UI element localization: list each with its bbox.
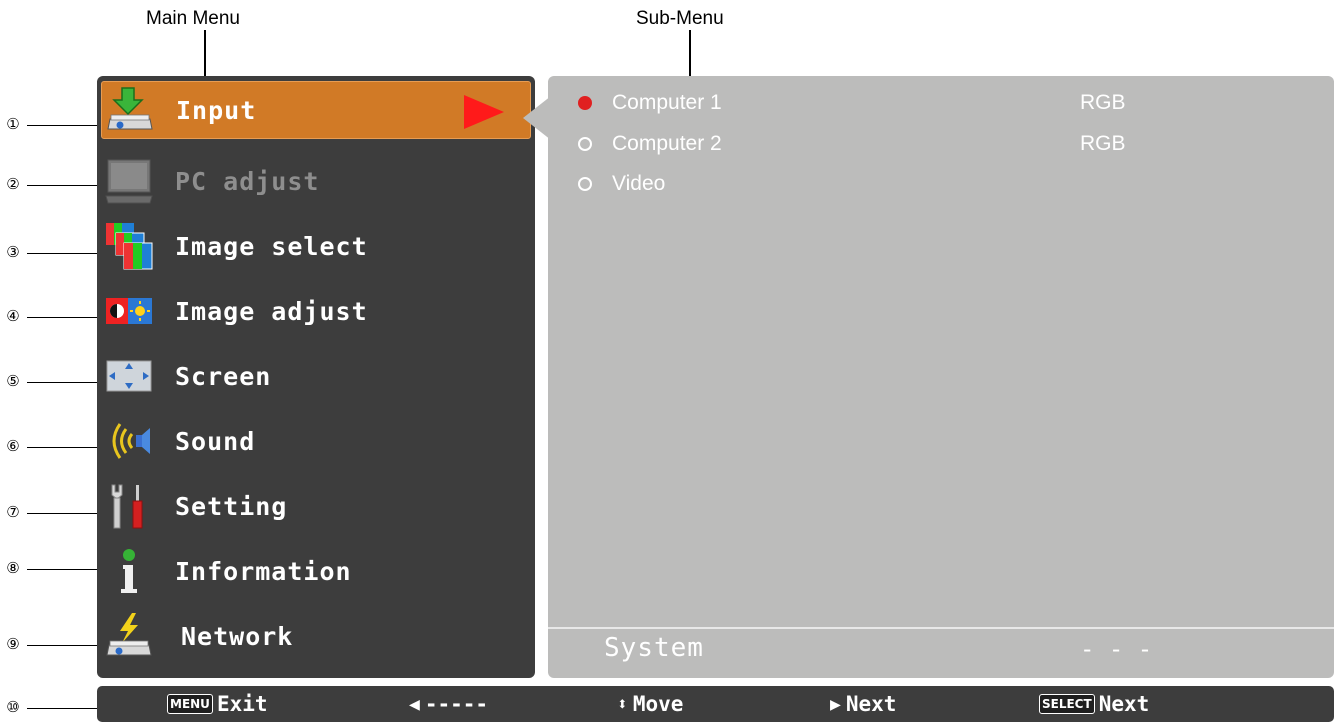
main-menu: Input PC adjust Image select Image adjus… — [97, 76, 535, 678]
menu-item-network[interactable]: Network — [101, 606, 531, 666]
sub-option-name: Computer 1 — [612, 91, 722, 114]
menu-item-label: Information — [175, 556, 352, 586]
select-key-icon: SELECT — [1039, 694, 1095, 714]
sub-option-name: Computer 2 — [612, 132, 722, 155]
callout-number-9: ⑨ — [6, 635, 20, 653]
menu-item-label: Screen — [175, 361, 272, 391]
sub-option-video[interactable]: Video — [574, 172, 1314, 202]
callout-number-7: ⑦ — [6, 503, 20, 521]
menu-item-pc-adjust[interactable]: PC adjust — [101, 151, 531, 211]
menu-item-image-select[interactable]: Image select — [101, 216, 531, 276]
menu-item-information[interactable]: Information — [101, 541, 531, 601]
system-label: System — [604, 633, 704, 663]
main-menu-callout: Main Menu — [146, 8, 240, 29]
radio-selected-icon — [578, 96, 592, 110]
menu-item-setting[interactable]: Setting — [101, 476, 531, 536]
system-value: - - - — [1080, 635, 1153, 663]
menu-item-label: Network — [181, 621, 294, 651]
arrow-left-icon: ◀ — [409, 693, 420, 715]
callout-line-1 — [27, 125, 105, 126]
menu-item-label: Setting — [175, 491, 288, 521]
image-select-icon — [103, 220, 155, 272]
sub-menu-pointer-icon — [523, 96, 551, 140]
callout-number-1: ① — [6, 115, 20, 133]
menu-item-input[interactable]: Input — [101, 81, 531, 139]
callout-number-8: ⑧ — [6, 559, 20, 577]
information-icon — [103, 545, 155, 597]
sub-menu-callout-line — [689, 30, 691, 80]
callout-number-6: ⑥ — [6, 437, 20, 455]
menu-item-label: Sound — [175, 426, 256, 456]
menu-key-icon: MENU — [167, 694, 213, 714]
guide-exit-label: Exit — [216, 692, 268, 716]
sub-menu: Computer 1 RGB Computer 2 RGB Video Syst… — [548, 76, 1334, 678]
main-menu-callout-line — [204, 30, 206, 80]
menu-item-label: Input — [176, 95, 257, 125]
arrow-right-icon: ▶ — [830, 693, 841, 715]
sub-option-value: RGB — [1080, 132, 1126, 155]
guide-bar: MENU Exit ◀ ----- ⬍ Move ▶ Next SELECT N… — [97, 686, 1334, 722]
callout-line-3 — [27, 253, 105, 254]
network-icon — [103, 610, 155, 662]
callout-number-4: ④ — [6, 307, 20, 325]
menu-item-screen[interactable]: Screen — [101, 346, 531, 406]
system-divider — [548, 627, 1334, 629]
guide-select-next-label: Next — [1098, 692, 1150, 716]
menu-item-label: Image adjust — [175, 296, 368, 326]
screen-icon — [103, 350, 155, 402]
guide-exit[interactable]: MENU Exit — [167, 690, 268, 718]
radio-unselected-icon — [578, 177, 592, 191]
callout-number-3: ③ — [6, 243, 20, 261]
menu-item-image-adjust[interactable]: Image adjust — [101, 281, 531, 341]
callout-line-10 — [27, 708, 105, 709]
guide-select-next[interactable]: SELECT Next — [1039, 690, 1149, 718]
radio-unselected-icon — [578, 137, 592, 151]
callout-line-2 — [27, 185, 105, 186]
callout-number-5: ⑤ — [6, 372, 20, 390]
setting-icon — [103, 480, 155, 532]
callout-line-9 — [27, 645, 105, 646]
selection-arrow-icon — [464, 95, 504, 129]
guide-next[interactable]: ▶ Next — [830, 690, 896, 718]
guide-back[interactable]: ◀ ----- — [409, 690, 488, 718]
guide-next-label: Next — [845, 692, 897, 716]
pc-adjust-icon — [103, 155, 155, 207]
callout-number-10: ⑩ — [6, 698, 20, 716]
guide-move-label: Move — [632, 692, 684, 716]
sub-option-computer-2[interactable]: Computer 2 RGB — [574, 132, 1314, 162]
menu-item-label: Image select — [175, 231, 368, 261]
sound-icon — [103, 415, 155, 467]
menu-item-sound[interactable]: Sound — [101, 411, 531, 471]
callout-line-8 — [27, 569, 105, 570]
sub-option-value: RGB — [1080, 91, 1126, 114]
guide-back-label: ----- — [424, 692, 489, 716]
callout-line-7 — [27, 513, 105, 514]
menu-item-label: PC adjust — [175, 166, 320, 196]
callout-line-5 — [27, 382, 105, 383]
sub-option-name: Video — [612, 172, 666, 195]
callout-line-4 — [27, 317, 105, 318]
callout-line-6 — [27, 447, 105, 448]
sub-option-computer-1[interactable]: Computer 1 RGB — [574, 91, 1314, 121]
sub-menu-callout: Sub-Menu — [636, 8, 724, 29]
input-icon — [104, 84, 156, 136]
callout-number-2: ② — [6, 175, 20, 193]
image-adjust-icon — [103, 285, 155, 337]
guide-move[interactable]: ⬍ Move — [617, 690, 683, 718]
arrow-up-down-icon: ⬍ — [617, 693, 628, 715]
